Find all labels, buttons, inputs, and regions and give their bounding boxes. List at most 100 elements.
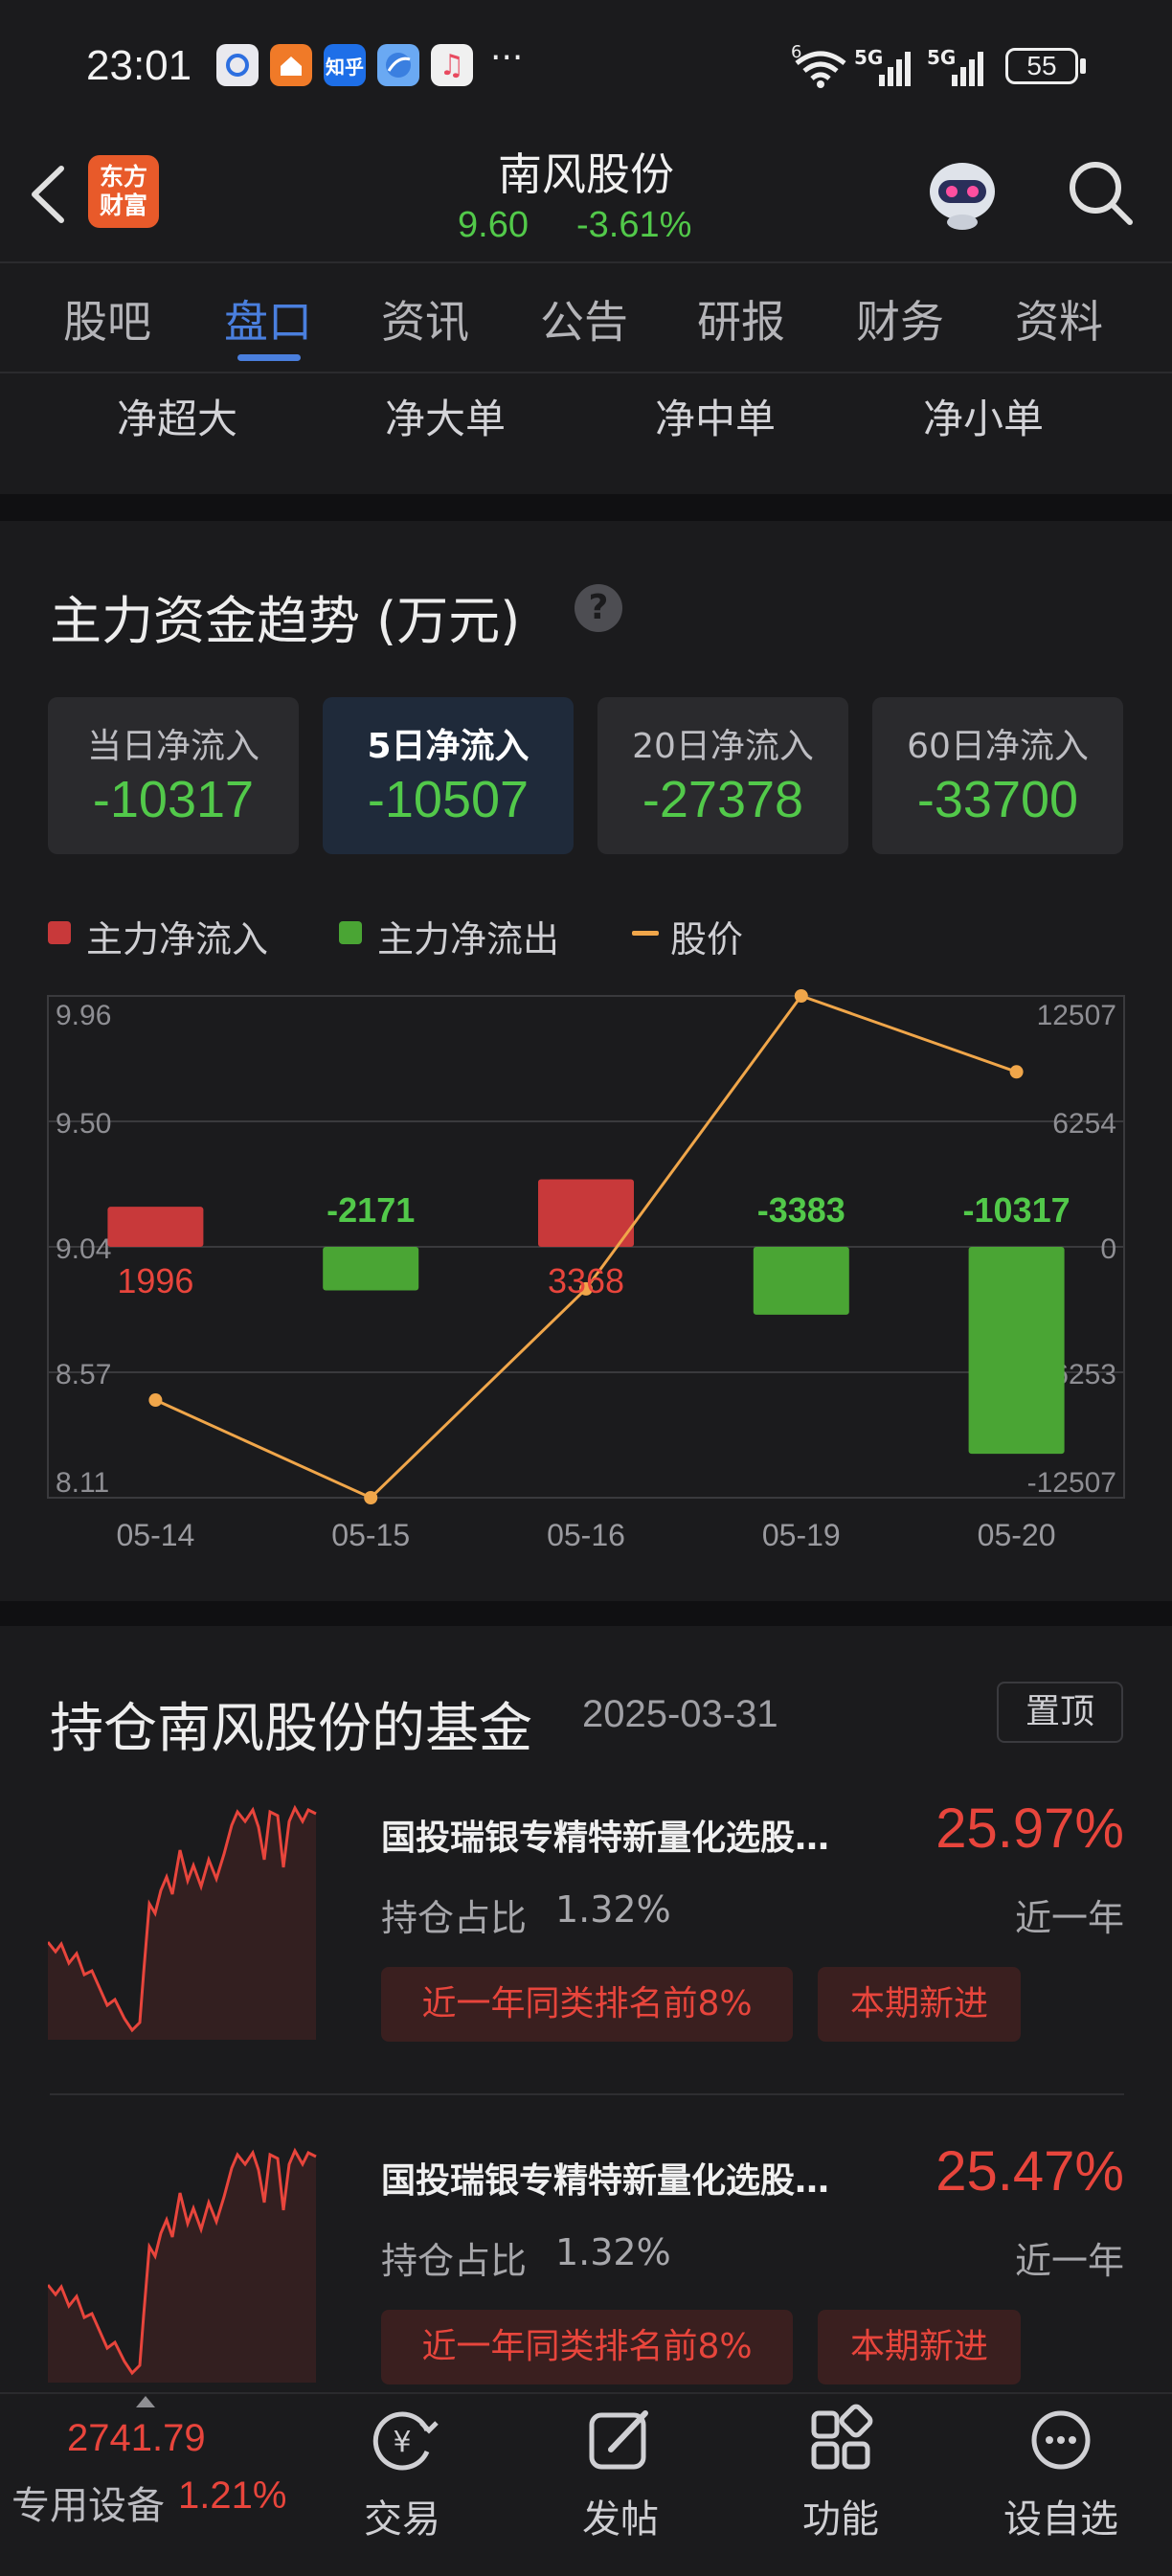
logo-line1: 东方: [99, 163, 147, 191]
tab-guba[interactable]: 股吧: [63, 287, 151, 350]
fund-rank-badge: 近一年同类排名前8%: [381, 2310, 793, 2384]
outflow-bar: [323, 1247, 419, 1291]
stat-card-today[interactable]: 当日净流入 -10317: [48, 697, 299, 854]
left-axis-tick: 9.04: [56, 1233, 111, 1265]
tab-research[interactable]: 研报: [697, 287, 785, 350]
subtab-net-small[interactable]: 净小单: [923, 387, 1044, 445]
sector-index-change[interactable]: 1.21%: [178, 2474, 286, 2518]
stat-value: -27378: [642, 771, 804, 828]
fund-rank-badge: 近一年同类排名前8%: [381, 1967, 793, 2042]
sector-index-value[interactable]: 2741.79: [67, 2417, 206, 2460]
fund-holding-value: 1.32%: [555, 2231, 671, 2273]
stock-name: 南风股份: [498, 148, 674, 200]
right-axis-tick: 6254: [1052, 1108, 1116, 1140]
x-axis-tick: 05-16: [547, 1518, 625, 1552]
right-axis-tick: 0: [1100, 1233, 1116, 1265]
section-gap: [0, 494, 1172, 521]
section-gap: [0, 1601, 1172, 1626]
fund-row[interactable]: 国投瑞银专精特新量化选股… 25.97% 持仓占比 1.32% 近一年 近一年同…: [48, 1797, 1124, 2068]
fund-new-badge: 本期新进: [818, 1967, 1021, 2042]
price-point: [148, 1393, 163, 1408]
tab-announcements[interactable]: 公告: [540, 287, 628, 350]
left-axis-tick: 9.96: [56, 1000, 111, 1031]
eastmoney-logo[interactable]: 东方 财富: [88, 155, 159, 228]
legend-price: 股价: [670, 918, 744, 960]
fund-return-period: 近一年: [1014, 2240, 1124, 2282]
help-icon[interactable]: ?: [575, 584, 622, 632]
pin-to-top-button[interactable]: 置顶: [997, 1682, 1123, 1743]
stat-label: 5日净流入: [367, 727, 530, 766]
back-button[interactable]: [21, 161, 79, 228]
nav-label: 设自选: [1003, 2497, 1118, 2542]
tab-profile[interactable]: 资料: [1015, 287, 1103, 350]
subtab-net-medium[interactable]: 净中单: [655, 387, 776, 445]
search-button[interactable]: [1063, 155, 1139, 232]
baidu-icon: [216, 44, 259, 86]
x-axis-tick: 05-20: [978, 1518, 1056, 1552]
outflow-bar: [753, 1247, 849, 1315]
robot-assistant-icon[interactable]: [921, 153, 1003, 236]
nav-functions[interactable]: 功能: [764, 2402, 917, 2565]
fund-sparkline: [48, 1804, 317, 2040]
nav-post[interactable]: 发帖: [544, 2402, 697, 2565]
subtab-net-super-large[interactable]: 净超大: [117, 387, 237, 445]
funds-section-title: 持仓南风股份的基金: [50, 1698, 532, 1760]
sector-index-name[interactable]: 专用设备: [11, 2474, 165, 2530]
fund-name: 国投瑞银专精特新量化选股…: [381, 1819, 830, 1858]
stat-label: 60日净流入: [907, 727, 1089, 766]
fund-return: 25.97%: [935, 1797, 1124, 1860]
outflow-bar: [968, 1247, 1065, 1455]
fund-holding-value: 1.32%: [555, 1888, 671, 1931]
signal-icon: [946, 48, 990, 92]
bar-data-label: -10317: [963, 1190, 1071, 1230]
tab-news[interactable]: 资讯: [381, 287, 469, 350]
legend-inflow-swatch: [48, 921, 71, 944]
x-axis-tick: 05-15: [331, 1518, 410, 1552]
stat-card-5day[interactable]: 5日净流入 -10507: [323, 697, 574, 854]
left-axis-tick: 8.57: [56, 1359, 111, 1390]
stat-card-20day[interactable]: 20日净流入 -27378: [597, 697, 848, 854]
active-tab-indicator: [237, 354, 301, 361]
legend-outflow: 主力净流出: [377, 918, 560, 960]
stat-value: -10507: [367, 771, 530, 828]
home-app-icon: [270, 44, 312, 86]
nav-add-watchlist[interactable]: 设自选: [984, 2402, 1138, 2565]
search-icon: [1070, 162, 1133, 225]
fund-new-badge: 本期新进: [818, 2310, 1021, 2384]
fund-name: 国投瑞银专精特新量化选股…: [381, 2161, 830, 2201]
fund-holding-label: 持仓占比: [381, 1897, 528, 1939]
fund-return-period: 近一年: [1014, 1897, 1124, 1939]
tab-financials[interactable]: 财务: [856, 287, 944, 350]
stock-price: 9.60: [458, 205, 529, 245]
expand-up-icon[interactable]: [136, 2396, 155, 2407]
stock-change-percent: -3.61%: [576, 205, 692, 245]
post-icon: [589, 2410, 648, 2470]
chevron-left-icon: [32, 166, 64, 223]
battery-tip: [1080, 58, 1086, 74]
inflow-bar: [538, 1179, 634, 1247]
tab-pankou[interactable]: 盘口: [224, 287, 312, 350]
battery-icon: 55: [1005, 48, 1078, 84]
nav-trade[interactable]: ¥ 交易: [326, 2402, 479, 2565]
bar-data-label: -2171: [327, 1190, 415, 1230]
stat-value: -10317: [92, 771, 255, 828]
signal-icon: [873, 48, 917, 92]
fund-holding-label: 持仓占比: [381, 2240, 528, 2282]
funds-report-date: 2025-03-31: [582, 1693, 778, 1735]
price-point: [1009, 1065, 1024, 1079]
sparkline-area: [48, 1808, 316, 2040]
stat-value: -33700: [916, 771, 1079, 828]
subtab-net-large[interactable]: 净大单: [385, 387, 506, 445]
fund-row[interactable]: 国投瑞银专精特新量化选股… 25.47% 持仓占比 1.32% 近一年 近一年同…: [48, 2140, 1124, 2392]
right-axis-tick: -12507: [1027, 1467, 1116, 1499]
status-time: 23:01: [86, 42, 192, 89]
fund-return: 25.47%: [935, 2140, 1124, 2203]
sparkline-area: [48, 2151, 316, 2383]
divider: [0, 372, 1172, 373]
bar-data-label: -3383: [757, 1190, 845, 1230]
stat-card-60day[interactable]: 60日净流入 -33700: [872, 697, 1123, 854]
fund-flow-title: 主力资金趋势 (万元): [50, 591, 521, 651]
trade-icon: ¥: [372, 2411, 439, 2471]
price-point: [364, 1491, 378, 1504]
x-axis-tick: 05-14: [116, 1518, 194, 1552]
